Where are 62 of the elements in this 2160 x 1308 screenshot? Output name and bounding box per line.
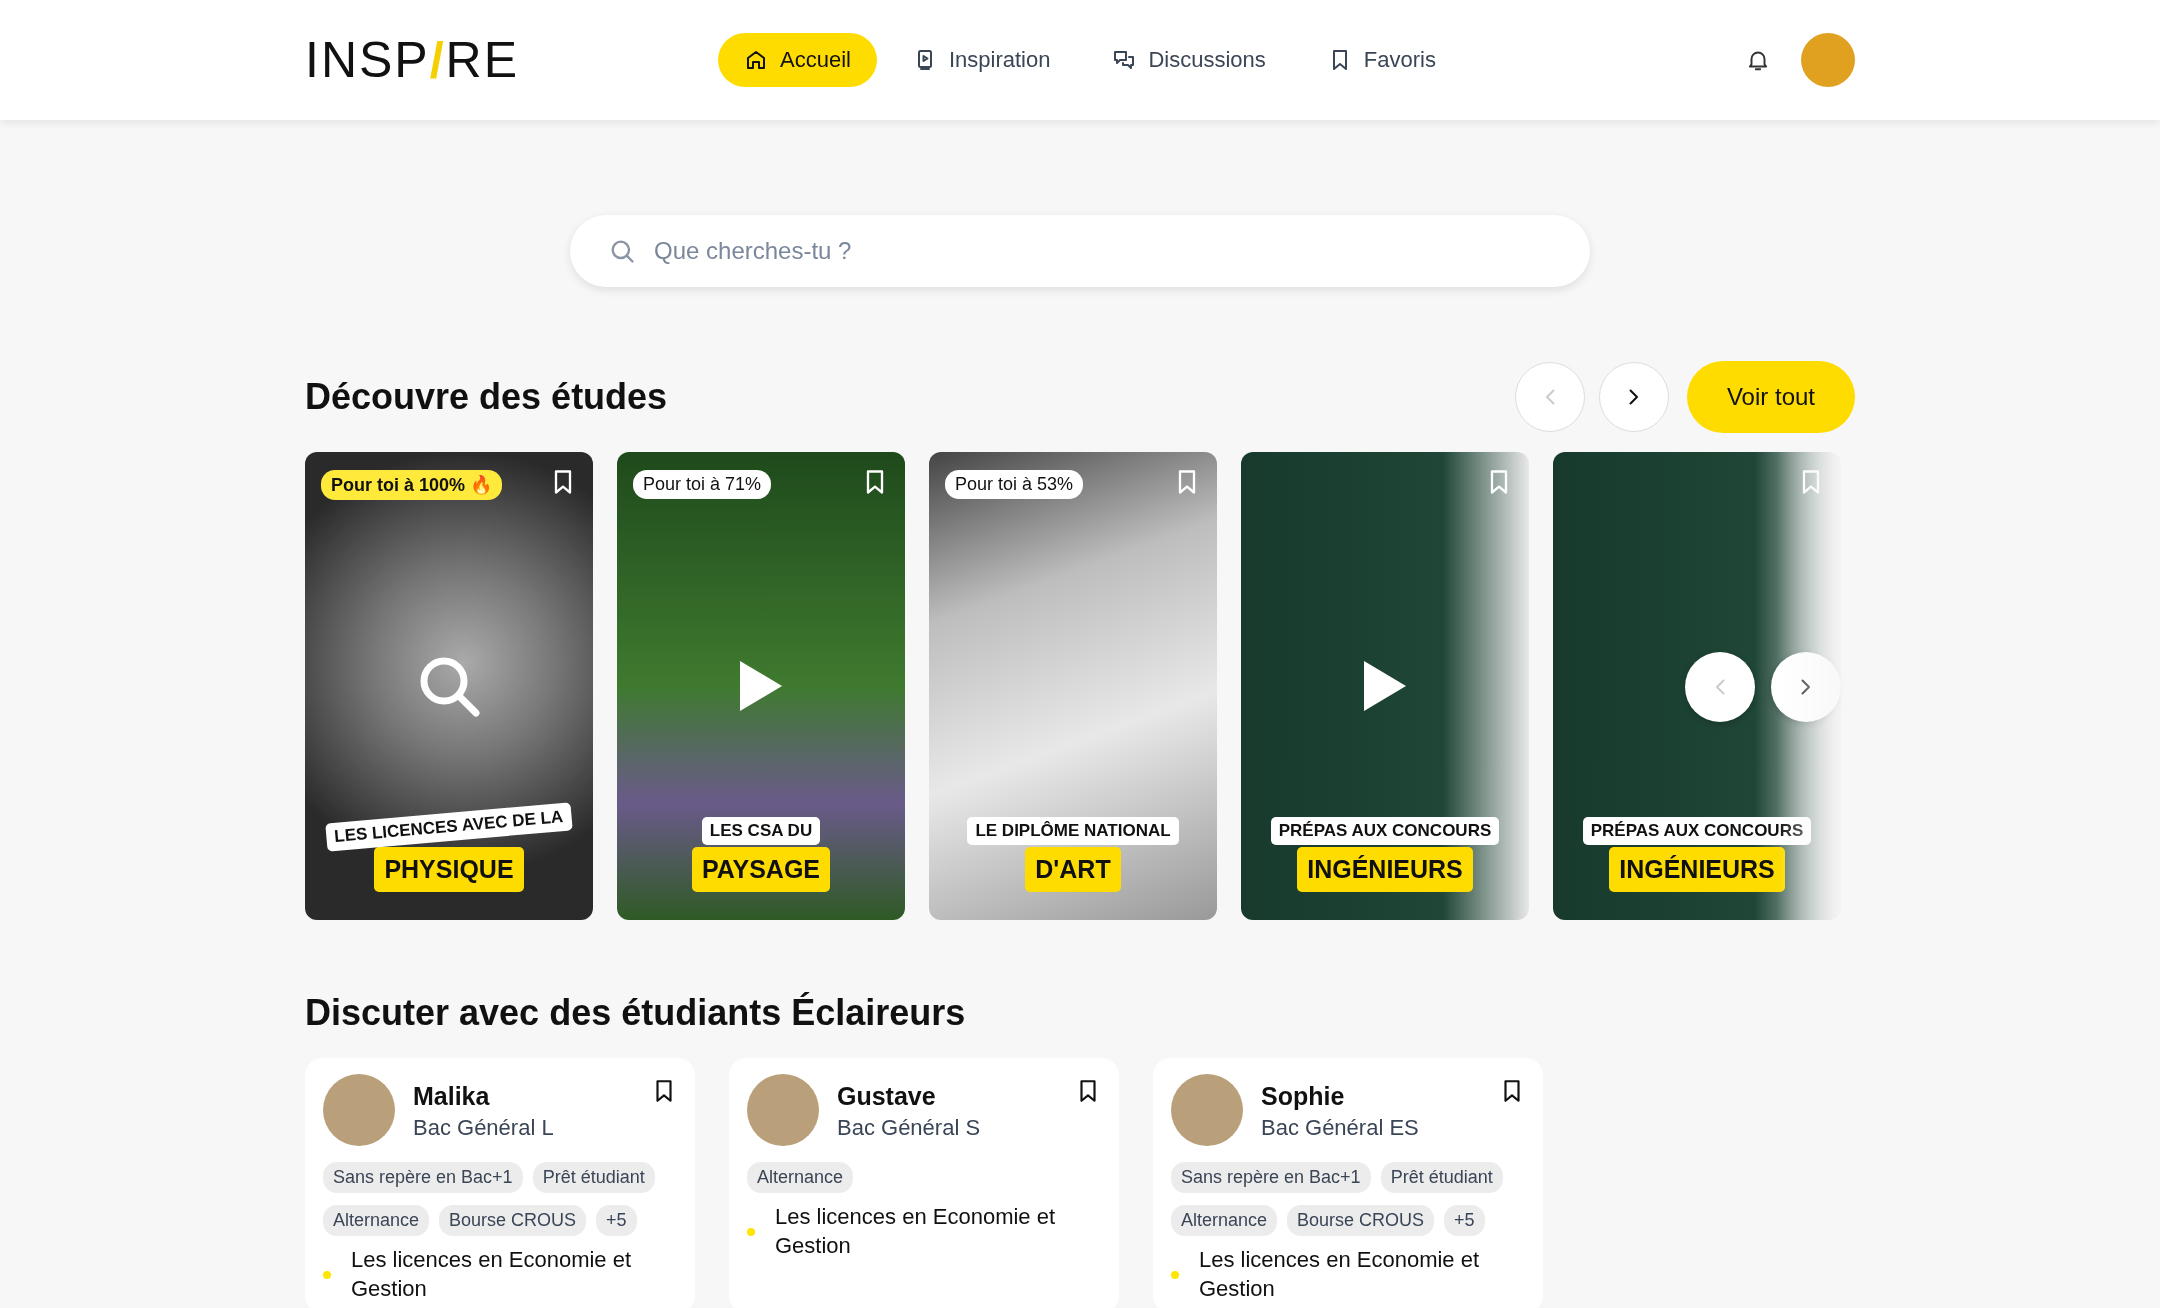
tag: +5 <box>1444 1205 1485 1236</box>
caption-label: PRÉPAS AUX CONCOURS <box>1582 817 1812 845</box>
chevron-left-icon <box>1715 679 1725 695</box>
student-name: Sophie <box>1261 1082 1346 1111</box>
nav-tab[interactable]: Discussions <box>1086 33 1292 87</box>
caption-label: PRÉPAS AUX CONCOURS <box>1270 817 1500 845</box>
play-icon[interactable] <box>738 659 784 713</box>
tag: Prêt étudiant <box>532 1162 655 1193</box>
study-card[interactable]: Pour toi à 53% LE DIPLÔME NATIONAL D'ART <box>929 452 1217 920</box>
tag: Alternance <box>323 1205 430 1236</box>
chevron-left-icon <box>1544 389 1555 405</box>
caption-label: LE DIPLÔME NATIONAL <box>967 817 1179 845</box>
nav-tab[interactable]: Inspiration <box>886 33 1077 87</box>
topic-text[interactable]: Les licences en Economie et Gestion <box>351 1246 677 1304</box>
bullet-dot <box>323 1270 331 1279</box>
chevron-right-icon <box>1628 389 1639 405</box>
match-badge: Pour toi à 100% 🔥 <box>321 470 503 500</box>
nav-tab[interactable]: Accueil <box>718 33 877 87</box>
topic-text[interactable]: Les licences en Economie et Gestion <box>775 1203 1101 1261</box>
student-track: Bac Général L <box>413 1115 555 1141</box>
section-title: Discuter avec des étudiants Éclaireurs <box>305 992 967 1034</box>
play-icon[interactable] <box>1362 659 1408 713</box>
chevron-right-icon <box>1801 679 1811 695</box>
topic-text[interactable]: Les licences en Economie et Gestion <box>1199 1246 1525 1304</box>
bullet-dot <box>747 1227 755 1236</box>
student-track: Bac Général ES <box>1261 1115 1420 1141</box>
bullet-dot <box>1171 1270 1179 1279</box>
tag: Alternance <box>747 1162 854 1193</box>
nav-tab[interactable]: Favoris <box>1301 33 1462 87</box>
see-all-button[interactable]: Voir tout <box>1686 361 1855 433</box>
tag: Bourse CROUS <box>1287 1205 1435 1236</box>
student-card[interactable]: Sophie Bac Général ES Sans repère en Bac+1 Prêt étudiant Alternance Bourse CROUS +5 Les licences en Economie et Gestion <box>1153 1058 1543 1308</box>
tag: Prêt étudiant <box>1380 1162 1503 1193</box>
tag: +5 <box>596 1205 637 1236</box>
search-icon[interactable] <box>418 655 480 717</box>
search-field[interactable]: Que cherches-tu ? <box>570 215 1590 287</box>
tag: Sans repère en Bac+1 <box>1171 1162 1371 1193</box>
tag: Sans repère en Bac+1 <box>323 1162 523 1193</box>
student-name: Malika <box>413 1082 491 1111</box>
logo[interactable]: INSP/RE <box>305 35 605 85</box>
caption-title: PAYSAGE <box>691 847 831 892</box>
caption-title: INGÉNIEURS <box>1297 847 1473 892</box>
study-card[interactable]: Pour toi à 100% 🔥 LES LICENCES AVEC DE LA PHYSIQUE <box>305 452 593 920</box>
study-card[interactable]: Pour toi à 71% LES CSA DU PAYSAGE <box>617 452 905 920</box>
tag: Alternance <box>1171 1205 1278 1236</box>
caption-title: PHYSIQUE <box>374 847 524 892</box>
caption-title: D'ART <box>1025 847 1121 892</box>
section-title: Découvre des études <box>305 376 669 418</box>
match-badge: Pour toi à 71% <box>633 470 772 499</box>
chat-icon <box>1112 48 1137 72</box>
student-card[interactable]: Malika Bac Général L Sans repère en Bac+1 Prêt étudiant Alternance Bourse CROUS +5 Les licences en Economie et Gestion <box>305 1058 695 1308</box>
study-card[interactable]: PRÉPAS AUX CONCOURS INGÉNIEURS <box>1553 452 1841 920</box>
tag: Bourse CROUS <box>439 1205 587 1236</box>
caption-label: LES CSA DU <box>701 817 821 845</box>
student-name: Gustave <box>837 1082 937 1111</box>
study-card[interactable]: PRÉPAS AUX CONCOURS INGÉNIEURS <box>1241 452 1529 920</box>
student-track: Bac Général S <box>837 1115 982 1141</box>
student-card[interactable]: Gustave Bac Général S Alternance Les licences en Economie et Gestion <box>729 1058 1119 1308</box>
home-icon <box>744 48 768 72</box>
caption-label: LES LICENCES AVEC DE LA <box>325 802 573 852</box>
caption-title: INGÉNIEURS <box>1609 847 1785 892</box>
match-badge: Pour toi à 53% <box>945 470 1084 499</box>
